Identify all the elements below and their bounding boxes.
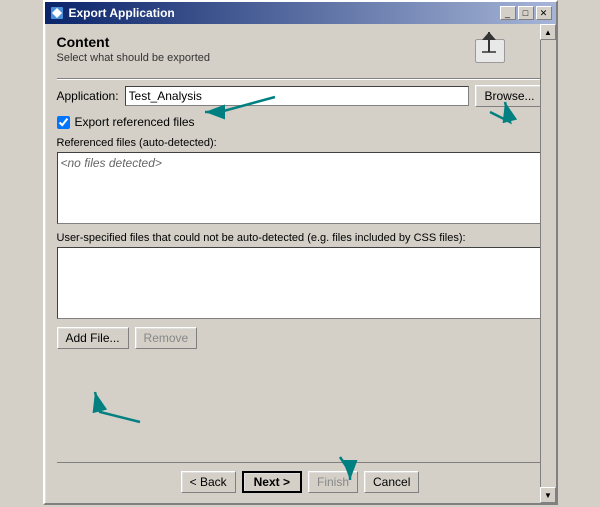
next-button[interactable]: Next > xyxy=(242,471,302,493)
scroll-up-arrow[interactable]: ▲ xyxy=(540,24,556,40)
section-subtitle: Select what should be exported xyxy=(57,52,544,64)
export-application-window: Export Application _ □ ✕ Content Select … xyxy=(43,0,558,505)
footer-nav: < Back Next > Finish Cancel xyxy=(57,462,544,493)
window-title: Export Application xyxy=(69,6,175,20)
content-area: Content Select what should be exported A… xyxy=(45,24,556,503)
vertical-scrollbar: ▲ ▼ xyxy=(540,24,556,503)
user-specified-files-list xyxy=(57,247,544,319)
remove-button[interactable]: Remove xyxy=(135,327,198,349)
title-bar: Export Application _ □ ✕ xyxy=(45,2,556,24)
finish-button[interactable]: Finish xyxy=(308,471,358,493)
minimize-button[interactable]: _ xyxy=(500,6,516,20)
referenced-files-label: Referenced files (auto-detected): xyxy=(57,137,544,149)
file-action-buttons: Add File... Remove xyxy=(57,327,544,349)
export-icon xyxy=(474,30,514,69)
user-specified-label: User-specified files that could not be a… xyxy=(57,232,544,244)
title-bar-left: Export Application xyxy=(49,5,175,21)
referenced-files-list: <no files detected> xyxy=(57,152,544,224)
export-referenced-checkbox[interactable] xyxy=(57,116,70,129)
browse-button[interactable]: Browse... xyxy=(475,85,543,107)
cancel-button[interactable]: Cancel xyxy=(364,471,419,493)
export-referenced-label: Export referenced files xyxy=(75,115,195,129)
close-button[interactable]: ✕ xyxy=(536,6,552,20)
maximize-button[interactable]: □ xyxy=(518,6,534,20)
section-divider xyxy=(57,78,544,79)
window-icon xyxy=(49,5,65,21)
back-button[interactable]: < Back xyxy=(181,471,236,493)
title-bar-buttons: _ □ ✕ xyxy=(500,6,552,20)
referenced-files-placeholder: <no files detected> xyxy=(61,156,162,170)
export-referenced-row: Export referenced files xyxy=(57,115,544,129)
section-title: Content xyxy=(57,34,544,50)
scroll-down-arrow[interactable]: ▼ xyxy=(540,487,556,503)
add-file-button[interactable]: Add File... xyxy=(57,327,129,349)
application-label: Application: xyxy=(57,89,119,103)
application-input[interactable] xyxy=(125,86,470,106)
application-field-row: Application: Browse... xyxy=(57,85,544,107)
